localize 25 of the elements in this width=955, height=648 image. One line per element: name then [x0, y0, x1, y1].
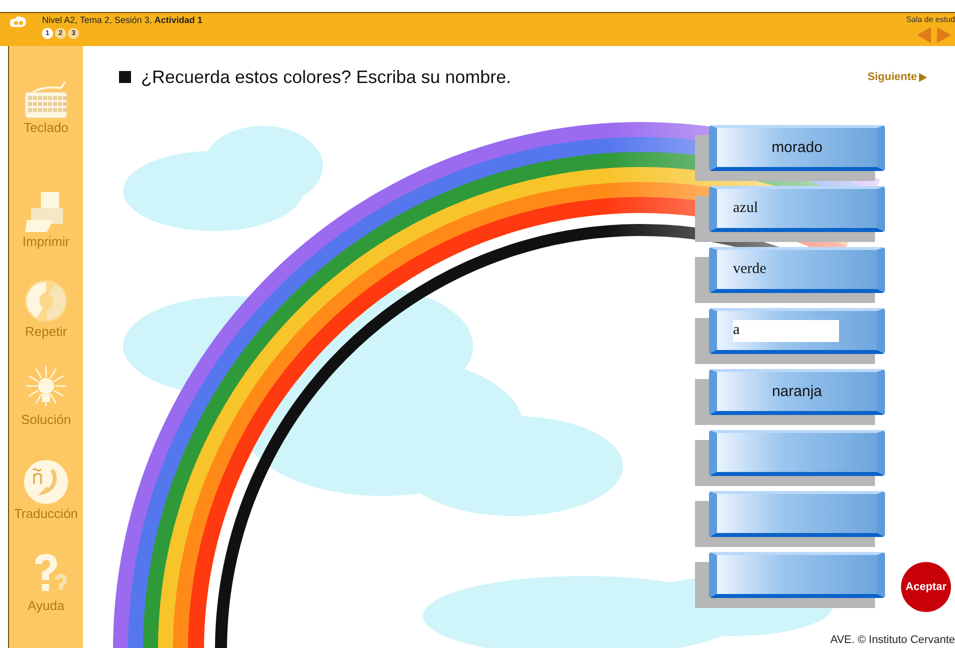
refresh-icon: [23, 278, 69, 324]
triangle-icon: [919, 72, 927, 82]
answer-text: azul: [733, 200, 758, 217]
keyboard-icon: [23, 80, 69, 120]
answer-text: verde: [733, 261, 766, 278]
sidebar-tool[interactable]: Imprimir: [22, 190, 70, 278]
color-word: morado: [772, 139, 822, 156]
breadcrumb: Nivel A2, Tema 2, Sesión 3, Actividad 1: [42, 15, 204, 25]
next-link[interactable]: Siguiente: [867, 71, 927, 83]
accept-button[interactable]: Aceptar: [901, 562, 951, 612]
answer-field[interactable]: a: [733, 320, 839, 342]
sidebar-tool[interactable]: Repetir: [23, 278, 69, 366]
bullet-square: [119, 71, 131, 83]
translation-icon: [22, 458, 70, 506]
sidebar-tool[interactable]: Ayuda: [23, 550, 69, 640]
sidebar-tool[interactable]: Solución: [21, 366, 71, 458]
sidebar-tool[interactable]: Teclado: [23, 80, 69, 190]
sidebar-tool[interactable]: Traducción: [14, 458, 78, 550]
color-word: naranja: [772, 383, 822, 400]
previous-icon[interactable]: [917, 27, 931, 43]
logo-icon: [8, 15, 28, 29]
instruction-text: ¿Recuerda estos colores? Escriba su nombre.: [141, 66, 512, 88]
copyright-text: AVE. © Instituto Cervante: [830, 634, 955, 646]
next-icon[interactable]: [937, 27, 951, 43]
study-room-label: Sala de estud: [906, 15, 955, 24]
